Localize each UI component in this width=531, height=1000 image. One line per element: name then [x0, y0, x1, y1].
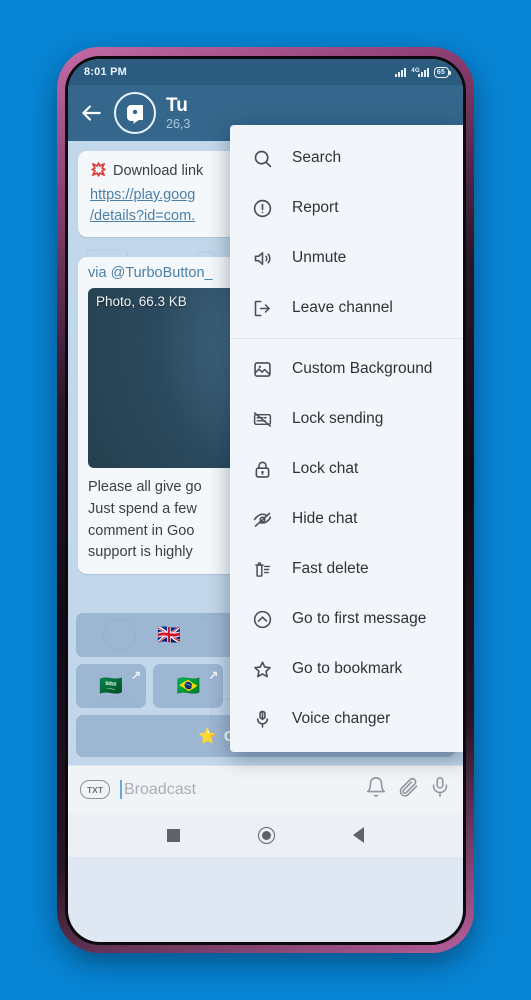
menu-item-lock-sending[interactable]: Lock sending: [230, 394, 463, 444]
signal-bars-icon: [395, 67, 407, 77]
saudi-arabia-flag-icon: 🇸🇦: [99, 675, 123, 697]
channel-subscribers: 26,3: [166, 116, 191, 131]
channel-title: Tu: [166, 94, 188, 116]
arrow-up-circle-icon: [250, 607, 274, 631]
unmute-icon: [250, 246, 274, 270]
menu-label-leave-channel: Leave channel: [292, 299, 393, 316]
android-navigation-bar: [68, 813, 463, 857]
message-input-bar: TXT Broadcast: [68, 765, 463, 813]
status-bar-icons: 4G 65: [395, 66, 452, 78]
back-arrow-icon[interactable]: [78, 100, 104, 126]
menu-label-hide-chat: Hide chat: [292, 510, 358, 527]
menu-label-custom-background: Custom Background: [292, 360, 433, 377]
text-caret: [120, 780, 122, 799]
menu-label-voice-changer: Voice changer: [292, 710, 391, 727]
network-type-icon: 4G: [411, 67, 429, 77]
lock-icon: [250, 457, 274, 481]
menu-label-unmute: Unmute: [292, 249, 347, 266]
menu-item-hide-chat[interactable]: Hide chat: [230, 494, 463, 544]
bell-icon[interactable]: [365, 776, 387, 803]
menu-item-search[interactable]: Search: [230, 133, 463, 183]
flag-button-saudi-arabia[interactable]: 🇸🇦 ↗: [76, 664, 147, 708]
circle-home-icon[interactable]: [258, 826, 275, 844]
phone-device-frame: 8:01 PM 4G 65 Tu 26,3 Download link http…: [57, 47, 474, 953]
txt-mode-button[interactable]: TXT: [80, 780, 110, 799]
menu-item-go-to-bookmark[interactable]: Go to bookmark: [230, 644, 463, 694]
menu-divider: [230, 338, 463, 339]
lock-sending-icon: [250, 407, 274, 431]
menu-item-leave-channel[interactable]: Leave channel: [230, 283, 463, 333]
channel-info[interactable]: Tu 26,3: [166, 95, 190, 131]
menu-item-go-to-first-message[interactable]: Go to first message: [230, 594, 463, 644]
phone-screen-bezel: 8:01 PM 4G 65 Tu 26,3 Download link http…: [65, 56, 466, 945]
menu-label-go-to-bookmark: Go to bookmark: [292, 660, 403, 677]
page-root: 8:01 PM 4G 65 Tu 26,3 Download link http…: [0, 0, 531, 1000]
red-burst-icon: [90, 161, 107, 185]
chat-options-menu[interactable]: Search Report Unmute Leave channel Custo…: [230, 125, 463, 752]
menu-label-go-to-first-message: Go to first message: [292, 610, 427, 627]
leave-channel-icon: [250, 296, 274, 320]
menu-item-voice-changer[interactable]: Voice changer: [230, 694, 463, 744]
menu-label-search: Search: [292, 149, 342, 166]
microphone-icon: [250, 707, 274, 731]
channel-avatar-icon[interactable]: [114, 92, 156, 134]
star-icon: [250, 657, 274, 681]
status-bar: 8:01 PM 4G 65: [68, 59, 463, 85]
star-left-icon: ⭐: [198, 728, 217, 745]
menu-label-lock-chat: Lock chat: [292, 460, 359, 477]
image-icon: [250, 357, 274, 381]
eye-off-icon: [250, 507, 274, 531]
report-icon: [250, 196, 274, 220]
message-input-field[interactable]: Broadcast: [120, 780, 355, 799]
download-link-text: Download link: [113, 163, 204, 179]
menu-item-unmute[interactable]: Unmute: [230, 233, 463, 283]
menu-item-report[interactable]: Report: [230, 183, 463, 233]
message-input-placeholder: Broadcast: [124, 780, 197, 798]
square-recents-icon[interactable]: [167, 828, 180, 842]
menu-label-lock-sending: Lock sending: [292, 410, 384, 427]
paperclip-icon[interactable]: [397, 776, 419, 803]
menu-item-lock-chat[interactable]: Lock chat: [230, 444, 463, 494]
menu-label-report: Report: [292, 199, 339, 216]
photo-size-label: Photo, 66.3 KB: [96, 294, 187, 310]
brazil-flag-icon: 🇧🇷: [176, 675, 201, 697]
triangle-back-icon[interactable]: [353, 827, 364, 843]
phone-screen: 8:01 PM 4G 65 Tu 26,3 Download link http…: [68, 59, 463, 942]
battery-icon: 65: [433, 66, 452, 78]
fast-delete-icon: [250, 557, 274, 581]
menu-item-custom-background[interactable]: Custom Background: [230, 344, 463, 394]
search-icon: [250, 146, 274, 170]
external-link-arrow-icon: ↗: [208, 668, 219, 682]
menu-label-fast-delete: Fast delete: [292, 560, 369, 577]
status-bar-time: 8:01 PM: [84, 66, 127, 78]
external-link-arrow-icon: ↗: [131, 668, 142, 682]
uk-flag-icon: 🇬🇧: [157, 624, 181, 646]
microphone-icon[interactable]: [429, 776, 451, 803]
menu-item-fast-delete[interactable]: Fast delete: [230, 544, 463, 594]
battery-level: 65: [436, 68, 445, 76]
flag-button-brazil[interactable]: 🇧🇷 ↗: [153, 664, 224, 708]
